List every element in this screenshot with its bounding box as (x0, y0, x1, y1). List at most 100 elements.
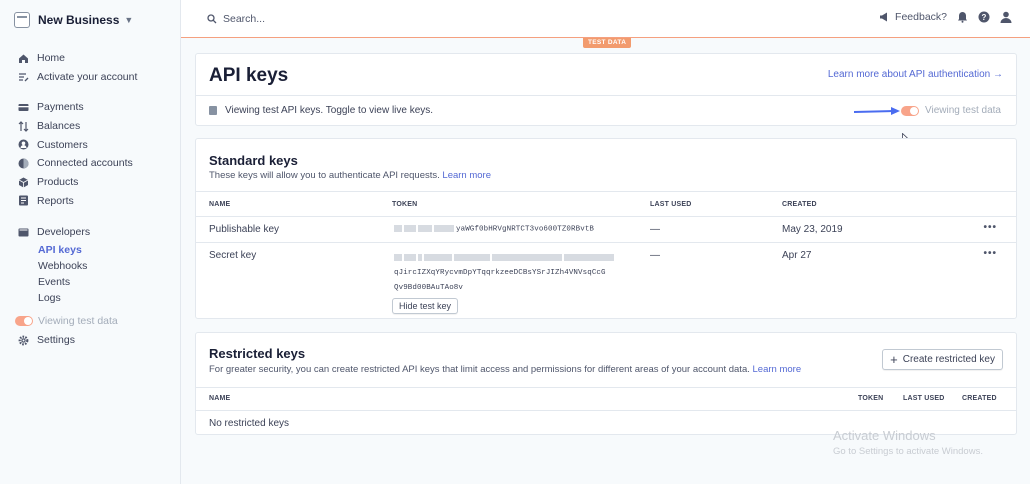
learn-more-link[interactable]: Learn more (753, 364, 802, 375)
top-actions: Feedback? ? (879, 11, 1012, 23)
gear-icon (18, 335, 29, 346)
view-test-data-toggle[interactable]: Viewing test data (901, 105, 1001, 116)
sidebar-test-data-toggle[interactable]: Viewing test data (0, 312, 181, 331)
sidebar-item-connected-accounts[interactable]: Connected accounts (0, 154, 181, 173)
sidebar: New Business ▼ Home Activate your accoun… (0, 0, 181, 484)
hide-test-key-button[interactable]: Hide test key (392, 298, 459, 314)
token-line: Qv9Bd00BAuTAo8v (394, 284, 464, 292)
button-label: Create restricted key (902, 354, 995, 365)
sidebar-item-events[interactable]: Events (0, 274, 181, 290)
sidebar-item-payments[interactable]: Payments (0, 98, 181, 117)
learn-auth-link[interactable]: Learn more about API authentication → (828, 69, 1003, 80)
user-icon[interactable] (1000, 11, 1012, 23)
col-created: CREATED (782, 201, 817, 208)
standard-keys-title: Standard keys (209, 153, 298, 168)
divider (196, 410, 1016, 411)
learn-more-link[interactable]: Learn more (442, 170, 491, 181)
search-placeholder: Search... (223, 13, 266, 25)
sidebar-item-settings[interactable]: Settings (0, 331, 181, 350)
sidebar-item-reports[interactable]: Reports (0, 191, 181, 210)
created-date: Apr 27 (782, 250, 812, 261)
customers-icon (18, 139, 29, 150)
redacted-block (424, 253, 452, 261)
col-created: CREATED (962, 395, 997, 402)
test-mode-info: Viewing test API keys. Toggle to view li… (209, 105, 433, 116)
divider (196, 191, 1016, 192)
redacted-block (404, 253, 416, 261)
row-actions-menu[interactable]: ••• (983, 222, 997, 233)
nav-business: Payments Balances Customers Connected ac… (0, 98, 181, 210)
account-name: New Business (38, 13, 120, 27)
key-name: Secret key (209, 250, 257, 261)
sidebar-item-developers[interactable]: Developers (0, 223, 181, 242)
help-icon[interactable]: ? (978, 11, 990, 23)
info-icon (209, 106, 217, 115)
token-line: qJircIZXqYRycvmDpYTqqrkzeeDCBsYSrJIZh4VN… (394, 269, 606, 277)
redacted-block (418, 225, 432, 232)
last-used: — (650, 250, 660, 261)
redacted-block (492, 253, 562, 261)
test-data-badge: TEST DATA (583, 38, 632, 48)
feedback-label: Feedback? (895, 11, 947, 23)
activate-icon (18, 72, 29, 83)
sidebar-item-customers[interactable]: Customers (0, 135, 181, 154)
products-icon (18, 177, 29, 188)
redacted-block (404, 225, 416, 232)
publishable-token[interactable]: yaWGf0bHRVgNRTCT3vo600TZ0RBvtB (394, 225, 594, 233)
sidebar-item-activate[interactable]: Activate your account (0, 68, 181, 87)
redacted-block (454, 253, 490, 261)
reports-icon (18, 195, 29, 206)
sidebar-item-label: Balances (37, 120, 81, 133)
bell-icon[interactable] (957, 11, 968, 23)
activate-windows-subtitle: Go to Settings to activate Windows. (833, 446, 983, 457)
sidebar-item-label: Settings (37, 334, 75, 347)
col-name: NAME (209, 395, 231, 402)
sidebar-item-balances[interactable]: Balances (0, 117, 181, 136)
row-actions-menu[interactable]: ••• (983, 248, 997, 259)
sidebar-item-label: Customers (37, 138, 88, 151)
col-token: TOKEN (392, 201, 418, 208)
annotation-arrow-icon (853, 107, 900, 115)
sidebar-item-logs[interactable]: Logs (0, 290, 181, 306)
sidebar-item-webhooks[interactable]: Webhooks (0, 258, 181, 274)
sidebar-item-label: Activate your account (37, 71, 138, 84)
divider (196, 387, 1016, 388)
restricted-keys-desc: For greater security, you can create res… (209, 364, 801, 375)
top-bar: Search... Feedback? ? (181, 0, 1030, 38)
sidebar-item-home[interactable]: Home (0, 49, 181, 68)
sidebar-item-api-keys[interactable]: API keys (0, 242, 181, 258)
create-restricted-key-button[interactable]: + Create restricted key (882, 349, 1003, 370)
search-input[interactable]: Search... (207, 13, 265, 25)
sidebar-item-label: Connected accounts (37, 157, 133, 170)
toggle-switch[interactable] (901, 105, 920, 116)
redacted-block (394, 253, 402, 261)
sidebar-item-label: Home (37, 52, 66, 65)
redacted-block (394, 225, 402, 232)
col-name: NAME (209, 201, 231, 208)
token-text: yaWGf0bHRVgNRTCT3vo600TZ0RBvtB (456, 225, 595, 234)
created-date: May 23, 2019 (782, 224, 843, 235)
page-title: API keys (209, 65, 289, 86)
balances-icon (18, 120, 29, 132)
developers-icon (18, 227, 29, 238)
toggle-label: Viewing test data (925, 105, 1001, 116)
test-data-toggle-switch[interactable] (15, 316, 33, 327)
last-used: — (650, 224, 660, 235)
sidebar-item-products[interactable]: Products (0, 173, 181, 192)
account-switcher[interactable]: New Business ▼ (14, 10, 133, 30)
redacted-block (434, 225, 454, 232)
info-text: Viewing test API keys. Toggle to view li… (225, 105, 434, 116)
home-icon (18, 53, 29, 64)
sidebar-item-label: Viewing test data (38, 315, 118, 328)
secret-token[interactable]: qJircIZXqYRycvmDpYTqqrkzeeDCBsYSrJIZh4VN… (394, 251, 616, 296)
desc-text: For greater security, you can create res… (209, 364, 750, 375)
standard-keys-desc: These keys will allow you to authenticat… (209, 170, 491, 181)
col-last-used: LAST USED (650, 201, 692, 208)
plus-icon: + (890, 352, 898, 367)
nav-main: Home Activate your account (0, 49, 181, 86)
token-line-redacted (394, 251, 616, 266)
feedback-button[interactable]: Feedback? (879, 11, 947, 23)
col-token: TOKEN (858, 395, 884, 402)
key-name: Publishable key (209, 224, 280, 235)
desc-text: These keys will allow you to authenticat… (209, 170, 440, 181)
